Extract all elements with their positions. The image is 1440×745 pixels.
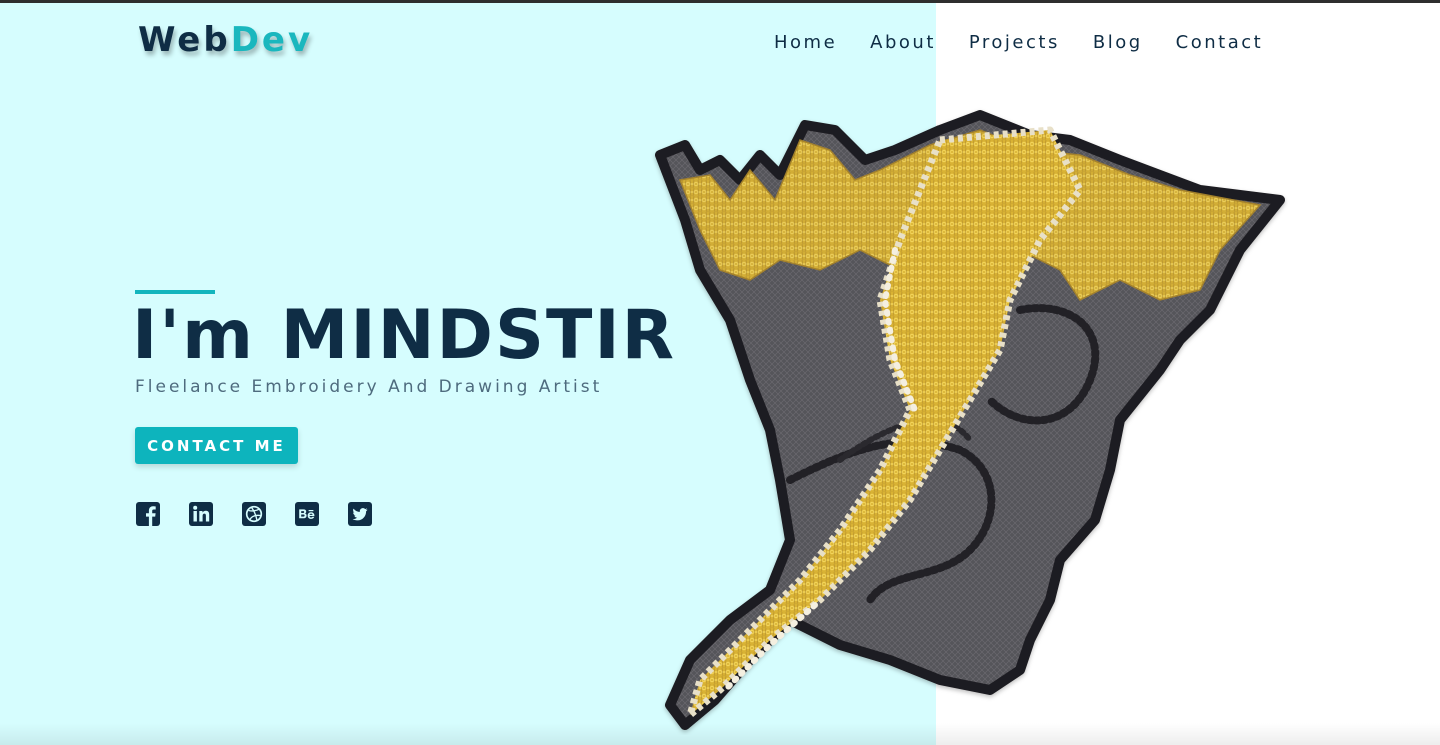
twitter-icon[interactable] (347, 501, 373, 527)
logo[interactable]: WebDev (138, 20, 313, 60)
behance-icon[interactable] (294, 501, 320, 527)
logo-part-dev: Dev (230, 20, 314, 60)
facebook-icon[interactable] (135, 501, 161, 527)
bottom-shadow (0, 723, 1440, 745)
logo-part-web: Web (138, 20, 231, 60)
linkedin-icon[interactable] (188, 501, 214, 527)
hero-subtitle: Fleelance Embroidery And Drawing Artist (135, 377, 603, 397)
title-accent-line (135, 290, 215, 294)
main-nav: Home About Projects Blog Contact (774, 32, 1263, 54)
social-links (135, 501, 373, 527)
nav-projects[interactable]: Projects (969, 32, 1060, 54)
nav-contact[interactable]: Contact (1176, 32, 1264, 54)
nav-about[interactable]: About (870, 32, 936, 54)
nav-blog[interactable]: Blog (1093, 32, 1143, 54)
contact-me-button[interactable]: CONTACT ME (135, 427, 298, 464)
hero-title: I'm MINDSTIR (132, 296, 676, 375)
dribbble-icon[interactable] (241, 501, 267, 527)
embroidery-artwork-image (640, 100, 1310, 735)
nav-home[interactable]: Home (774, 32, 837, 54)
